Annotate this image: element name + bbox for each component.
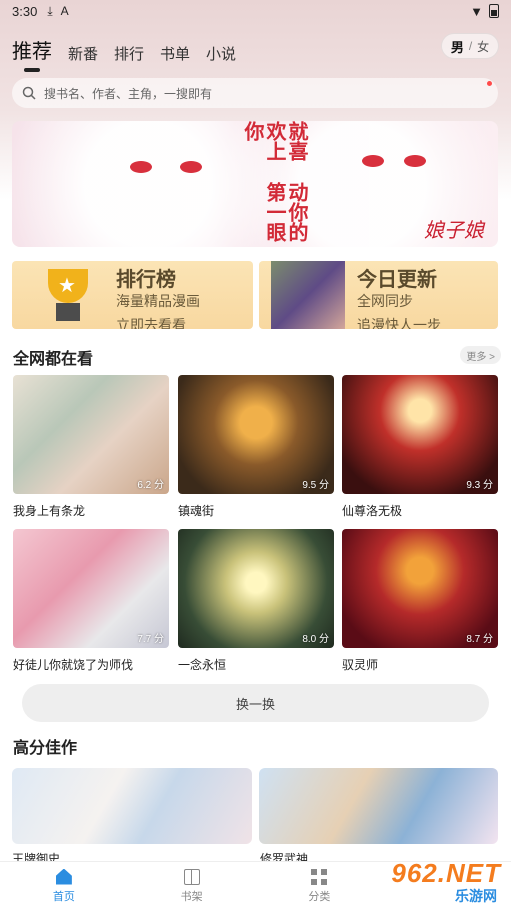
daily-update-promo-card[interactable]: 今日更新 全网同步 追漫快人一步 — [259, 261, 498, 329]
daily-update-thumbnail — [271, 261, 345, 329]
section-title-hot: 全网都在看 — [13, 351, 94, 368]
more-button[interactable]: 更多 > — [460, 346, 501, 364]
comic-title: 我身上有条龙 — [13, 504, 86, 518]
comic-title: 仙尊洛无极 — [342, 504, 403, 518]
status-time: 3:30 — [12, 3, 38, 19]
banner-art — [362, 155, 384, 167]
ranking-promo-title: 排行榜 — [116, 269, 176, 291]
update-promo-line2: 追漫快人一步 — [357, 317, 441, 329]
ranking-promo-line2: 立即去看看 — [116, 317, 186, 329]
tab-new[interactable]: 新番 — [68, 43, 98, 64]
comic-score: 9.5 分 — [302, 480, 329, 491]
comic-card[interactable]: 8.7 分 驭灵师 — [342, 529, 498, 673]
a-notification-icon: A — [60, 4, 69, 18]
bottom-nav-category-label: 分类 — [308, 890, 331, 903]
banner-carousel[interactable]: 就喜欢上你 动你的第一眼 娘子娘 — [12, 121, 498, 247]
update-promo-title: 今日更新 — [357, 269, 437, 291]
tab-recommend[interactable]: 推荐 — [12, 35, 52, 64]
comic-title: 驭灵师 — [342, 658, 379, 672]
download-icon: ⤓ — [47, 3, 53, 18]
comic-title: 好徒儿你就饶了为师伐 — [13, 658, 134, 672]
comic-cover: 8.0 分 — [178, 529, 334, 648]
banner-text-line1: 就喜欢上你 — [241, 121, 307, 161]
ranking-promo-line1: 海量精品漫画 — [116, 293, 200, 309]
top-rated-card-cover[interactable] — [12, 768, 252, 844]
gender-male[interactable]: 男 — [451, 37, 464, 56]
gender-toggle[interactable]: 男 / 女 — [441, 33, 499, 59]
section-title-top-rated: 高分佳作 — [13, 740, 78, 757]
bookshelf-icon — [183, 868, 200, 885]
comic-card[interactable]: 7.7 分 好徒儿你就饶了为师伐 — [13, 529, 169, 673]
battery-icon — [489, 4, 499, 18]
comic-title: 镇魂街 — [178, 504, 215, 518]
watermark-number: 962.NET — [391, 858, 501, 888]
notification-dot — [487, 81, 492, 86]
tab-novel[interactable]: 小说 — [206, 43, 236, 64]
swap-button[interactable]: 换一换 — [22, 684, 489, 722]
banner-text-line2: 动你的第一眼 — [263, 181, 307, 242]
comic-title: 一念永恒 — [178, 658, 227, 672]
search-icon — [22, 86, 36, 100]
comic-score: 7.7 分 — [137, 634, 164, 645]
category-grid-icon — [311, 868, 328, 885]
banner-signature: 娘子娘 — [424, 220, 484, 242]
top-rated-card-cover[interactable] — [259, 768, 498, 844]
comic-score: 6.2 分 — [137, 480, 164, 491]
bottom-nav-bookshelf[interactable]: 书架 — [128, 862, 256, 910]
comic-score: 9.3 分 — [466, 480, 493, 491]
site-watermark: 962.NET 乐游网 — [375, 858, 501, 906]
banner-text: 就喜欢上你 动你的第一眼 — [237, 121, 307, 247]
comic-score: 8.0 分 — [302, 634, 329, 645]
search-bar[interactable]: 搜书名、作者、主角，一搜即有 — [12, 78, 498, 108]
bottom-nav-home[interactable]: 首页 — [0, 862, 128, 910]
comic-card[interactable]: 8.0 分 一念永恒 — [178, 529, 334, 673]
top-nav-tabs: 推荐 新番 排行 书单 小说 — [12, 32, 236, 64]
search-placeholder: 搜书名、作者、主角，一搜即有 — [44, 86, 213, 101]
home-icon — [55, 868, 72, 885]
comic-cover: 9.5 分 — [178, 375, 334, 494]
comic-cover: 8.7 分 — [342, 529, 498, 648]
ranking-promo-card[interactable]: ★ 排行榜 海量精品漫画 立即去看看 — [12, 261, 253, 329]
comic-cover: 6.2 分 — [13, 375, 169, 494]
bottom-nav-home-label: 首页 — [52, 890, 75, 903]
status-bar: 3:30 ⤓ A ▼ — [0, 0, 511, 22]
banner-art — [130, 161, 152, 173]
gender-female[interactable]: 女 — [477, 38, 489, 55]
banner-art — [404, 155, 426, 167]
watermark-subtitle: 乐游网 — [455, 888, 497, 904]
update-promo-line1: 全网同步 — [357, 293, 413, 309]
trophy-icon: ★ — [38, 269, 98, 321]
gender-separator: / — [468, 39, 473, 53]
comic-card[interactable]: 9.3 分 仙尊洛无极 — [342, 375, 498, 519]
comic-card[interactable]: 6.2 分 我身上有条龙 — [13, 375, 169, 519]
tab-booklist[interactable]: 书单 — [160, 43, 190, 64]
comic-cover: 9.3 分 — [342, 375, 498, 494]
bottom-nav-bookshelf-label: 书架 — [180, 890, 203, 903]
banner-art — [180, 161, 202, 173]
wifi-icon: ▼ — [470, 3, 483, 19]
comic-score: 8.7 分 — [466, 634, 493, 645]
bottom-nav-category[interactable]: 分类 — [256, 862, 384, 910]
comic-cover: 7.7 分 — [13, 529, 169, 648]
tab-ranking[interactable]: 排行 — [114, 43, 144, 64]
comic-card[interactable]: 9.5 分 镇魂街 — [178, 375, 334, 519]
